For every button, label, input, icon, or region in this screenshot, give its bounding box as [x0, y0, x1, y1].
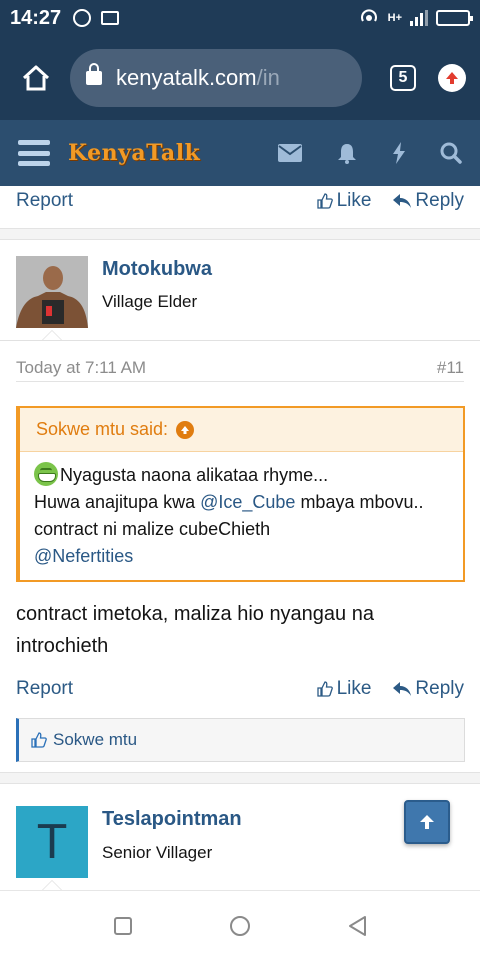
whatsapp-icon: [73, 9, 92, 27]
reply-label: Reply: [415, 678, 464, 699]
post-actions: Report Like Reply: [16, 674, 464, 704]
thread-content: Report Like Reply Motokubwa Village Elde…: [0, 186, 480, 890]
quote-line-2-post: mbaya mbovu..: [295, 492, 424, 512]
avatar[interactable]: T: [16, 806, 88, 878]
quote-block: Sokwe mtu said: Nyagusta naona alikataa …: [16, 406, 465, 582]
scroll-to-top-button[interactable]: [404, 800, 450, 844]
lightning-icon[interactable]: [392, 142, 406, 164]
like-button[interactable]: Like: [316, 678, 372, 700]
recents-icon[interactable]: [113, 916, 133, 936]
prev-like-button[interactable]: Like: [316, 190, 372, 212]
post-separator: [0, 228, 480, 240]
hotspot-icon: [358, 7, 380, 30]
post-author-name[interactable]: Motokubwa: [102, 258, 212, 281]
like-label: Like: [336, 678, 372, 699]
mention-link[interactable]: @Ice_Cube: [200, 492, 295, 512]
post-author-title: Village Elder: [102, 292, 198, 311]
bodybuilder-photo: [16, 256, 88, 328]
prev-like-label: Like: [336, 190, 372, 211]
grin-emoji-icon: [34, 462, 58, 486]
arrow-up-icon: [420, 815, 434, 829]
url-bar[interactable]: kenyatalk.com/in: [70, 49, 362, 107]
post-separator: [0, 772, 480, 784]
likes-bar[interactable]: Sokwe mtu: [16, 718, 465, 762]
search-icon[interactable]: [440, 142, 462, 164]
next-post-author-name[interactable]: Teslapointman: [102, 808, 242, 831]
mention-link[interactable]: @Nefertities: [34, 546, 133, 566]
quote-header[interactable]: Sokwe mtu said:: [20, 408, 463, 452]
quote-line-2-pre: Huwa anajitupa kwa: [34, 492, 201, 512]
screenshot-icon: [101, 11, 120, 25]
thumbs-up-icon: [316, 193, 333, 209]
status-time: 14:27: [10, 6, 62, 29]
prev-report-link[interactable]: Report: [16, 190, 295, 212]
post-header-divider: [0, 340, 480, 341]
back-icon[interactable]: [347, 915, 367, 937]
post-message: contract imetoka, maliza hio nyangau na …: [16, 603, 374, 657]
site-logo[interactable]: KenyaTalk: [68, 140, 200, 166]
quote-line-3: contract ni malize cubeChieth: [34, 519, 271, 539]
quote-body: Nyagusta naona alikataa rhyme... Huwa an…: [20, 452, 463, 582]
url-host: kenyatalk.com: [116, 65, 257, 90]
message-caret: [42, 880, 62, 890]
browser-toolbar: kenyatalk.com/in 5: [0, 36, 480, 120]
update-icon[interactable]: [438, 64, 466, 92]
thumbs-up-icon: [31, 732, 47, 748]
battery-icon: [436, 10, 473, 26]
status-bar: 14:27 H+: [0, 0, 480, 36]
home-circle-icon[interactable]: [229, 915, 251, 937]
site-header: KenyaTalk: [0, 120, 480, 186]
quote-line-1: Nyagusta naona alikataa rhyme...: [60, 465, 329, 485]
tab-switcher-icon[interactable]: 5: [390, 65, 416, 91]
prev-reply-button[interactable]: Reply: [393, 190, 464, 212]
post-timestamp[interactable]: Today at 7:11 AM: [16, 358, 146, 378]
prev-reply-label: Reply: [415, 190, 464, 211]
url-path: /in: [256, 65, 280, 90]
message-caret: [42, 330, 62, 340]
quote-author: Sokwe mtu said:: [36, 419, 169, 439]
mail-icon[interactable]: [278, 144, 302, 162]
post-meta: Today at 7:11 AM #11: [16, 354, 464, 382]
home-icon[interactable]: [14, 56, 58, 100]
data-arrows-icon: H+: [387, 12, 402, 24]
report-link[interactable]: Report: [16, 678, 295, 700]
bell-icon[interactable]: [336, 142, 358, 164]
post-number[interactable]: #11: [437, 358, 464, 378]
avatar[interactable]: [16, 256, 88, 328]
liked-by-user[interactable]: Sokwe mtu: [53, 730, 137, 750]
thumbs-up-icon: [316, 681, 333, 697]
menu-icon[interactable]: [18, 140, 50, 166]
reply-icon: [393, 682, 412, 696]
next-post-author-title: Senior Villager: [102, 843, 213, 862]
reply-icon: [393, 194, 412, 208]
android-nav-bar: [0, 890, 480, 960]
lock-icon: [86, 63, 102, 85]
reply-button[interactable]: Reply: [393, 678, 464, 700]
arrow-up-circle-icon[interactable]: [176, 420, 195, 439]
prev-post-actions: Report Like Reply: [16, 186, 464, 216]
signal-icon: [410, 10, 428, 26]
